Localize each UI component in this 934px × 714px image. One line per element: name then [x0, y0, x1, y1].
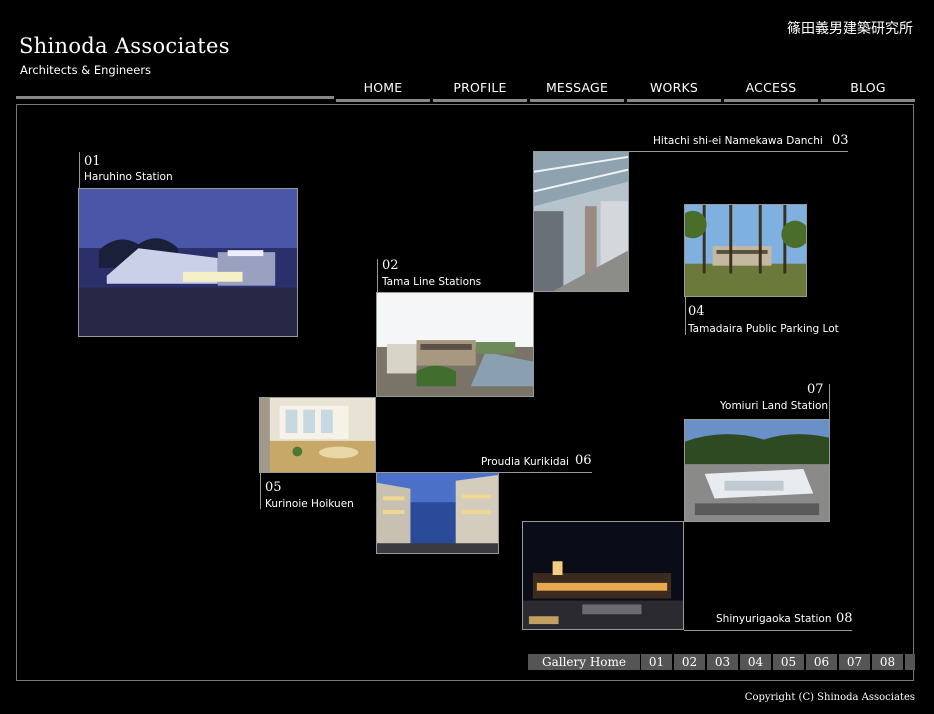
work-07-number: 07 [807, 382, 824, 397]
work-03-number: 03 [832, 133, 849, 148]
work-02-marker [377, 259, 378, 292]
site-subtitle: Architects & Engineers [20, 63, 152, 77]
work-07-caption[interactable]: Yomiuri Land Station [720, 400, 828, 412]
gallery-link-01[interactable]: 01 [641, 654, 672, 670]
work-07-photo[interactable] [684, 419, 830, 522]
work-05-photo[interactable] [259, 397, 376, 473]
work-06-marker [498, 472, 592, 473]
japanese-company-name: 篠田義男建築研究所 [787, 21, 913, 37]
work-08-marker [684, 630, 852, 631]
gallery-home-link[interactable]: Gallery Home [528, 654, 640, 670]
work-02-photo[interactable] [376, 292, 534, 397]
work-05-caption[interactable]: Kurinoie Hoikuen [265, 498, 354, 510]
work-03-photo[interactable] [533, 151, 629, 292]
work-05-number: 05 [265, 480, 282, 495]
nav-works[interactable]: WORKS [627, 80, 721, 102]
work-01-marker [79, 152, 80, 188]
work-01-number: 01 [84, 154, 101, 169]
work-03-marker [628, 151, 848, 152]
work-08-photo[interactable] [522, 521, 684, 630]
work-04-number: 04 [688, 304, 705, 319]
copyright-notice: Copyright (C) Shinoda Associates [744, 692, 915, 703]
work-04-caption[interactable]: Tamadaira Public Parking Lot [688, 323, 839, 335]
gallery-nav-end-cap [905, 654, 915, 670]
nav-profile[interactable]: PROFILE [433, 80, 527, 102]
gallery-link-04[interactable]: 04 [740, 654, 771, 670]
gallery-link-07[interactable]: 07 [839, 654, 870, 670]
nav-home[interactable]: HOME [336, 80, 430, 102]
site-title[interactable]: Shinoda Associates [19, 34, 230, 58]
work-04-marker [685, 297, 686, 335]
gallery-link-03[interactable]: 03 [707, 654, 738, 670]
work-03-caption[interactable]: Hitachi shi-ei Namekawa Danchi [653, 135, 823, 147]
work-02-caption[interactable]: Tama Line Stations [382, 276, 481, 288]
nav-message[interactable]: MESSAGE [530, 80, 624, 102]
gallery-link-05[interactable]: 05 [773, 654, 804, 670]
work-06-caption[interactable]: Proudia Kurikidai [481, 456, 569, 468]
gallery-link-08[interactable]: 08 [872, 654, 903, 670]
work-05-marker [260, 473, 261, 509]
gallery-link-02[interactable]: 02 [674, 654, 705, 670]
header-rule [16, 96, 334, 99]
work-08-number: 08 [836, 611, 853, 626]
nav-access[interactable]: ACCESS [724, 80, 818, 102]
work-06-photo[interactable] [376, 472, 499, 554]
work-02-number: 02 [382, 258, 399, 273]
nav-blog[interactable]: BLOG [821, 80, 915, 102]
work-04-photo[interactable] [684, 204, 807, 297]
work-08-caption[interactable]: Shinyurigaoka Station [716, 613, 832, 625]
gallery-link-06[interactable]: 06 [806, 654, 837, 670]
work-07-marker [829, 384, 830, 420]
work-01-caption[interactable]: Haruhino Station [84, 171, 173, 183]
work-01-photo[interactable] [78, 188, 298, 337]
work-06-number: 06 [575, 453, 592, 468]
